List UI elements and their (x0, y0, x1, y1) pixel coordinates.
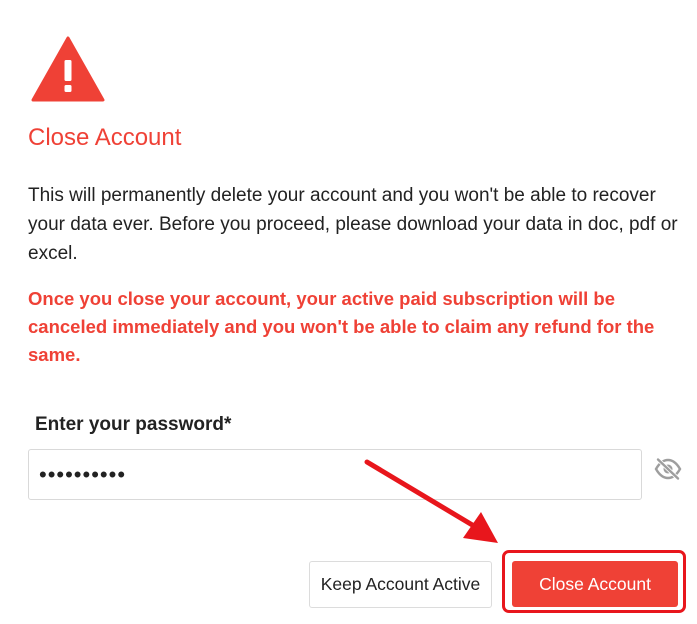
keep-account-active-button[interactable]: Keep Account Active (309, 561, 492, 608)
dialog-title: Close Account (28, 124, 182, 151)
dialog-description: This will permanently delete your accoun… (28, 185, 678, 264)
password-label: Enter your password* (35, 414, 232, 435)
refund-warning-text: Once you close your account, your active… (28, 288, 655, 365)
password-input[interactable] (28, 449, 642, 500)
eye-slash-icon[interactable] (654, 457, 682, 481)
warning-triangle-icon (31, 36, 105, 102)
close-account-button[interactable]: Close Account (512, 561, 678, 607)
